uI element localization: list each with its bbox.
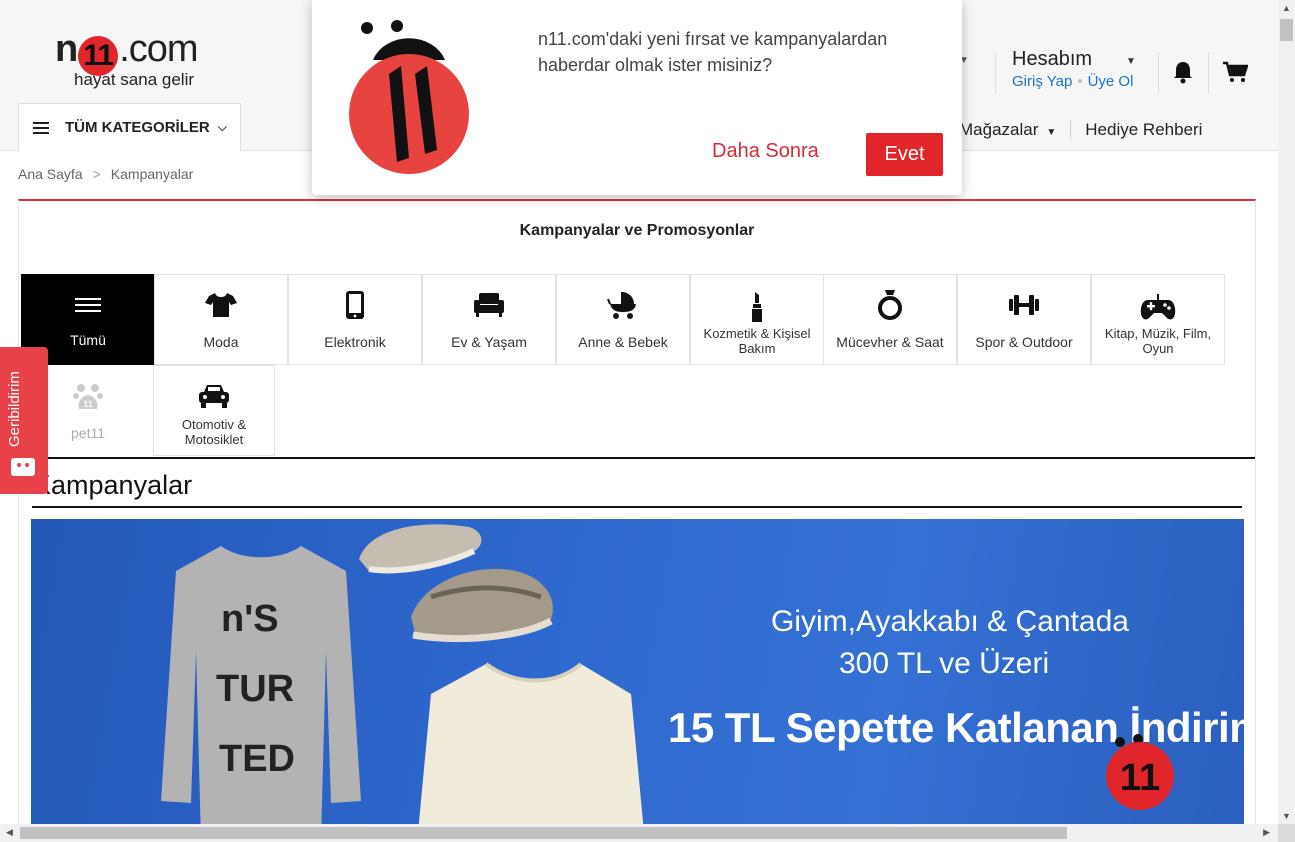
feedback-face-icon [11,458,35,476]
armchair-icon [474,293,504,317]
ladybug-logo-icon [349,20,469,174]
svg-text:11: 11 [1120,757,1160,799]
nav-divider [1070,121,1072,139]
category-tab-automotive[interactable]: Otomotiv & Motosiklet [153,365,275,456]
section-divider [32,457,1255,459]
category-tab-books-music[interactable]: Kitap, Müzik, Film, Oyun [1091,274,1225,365]
breadcrumb: Ana Sayfa > Kampanyalar [18,166,193,182]
category-tab-electronics[interactable]: Elektronik [288,274,422,365]
svg-text:TED: TED [219,738,295,780]
link-dot: • [1077,73,1083,90]
all-categories-button[interactable]: TÜM KATEGORİLER ⌵ [18,103,241,151]
logo-text-suffix: .com [119,28,198,70]
category-tab-home[interactable]: Ev & Yaşam [422,274,556,365]
scroll-down-arrow-icon[interactable]: ▼ [1282,811,1291,821]
page-viewport: n 11 .com hayat sana gelir TÜM KATEGORİLER… [0,0,1278,824]
banner-line-2: 300 TL ve Üzeri [839,647,1050,680]
vertical-scroll-thumb[interactable] [1280,19,1293,41]
nav-stores[interactable]: Mağazalar ▼ [959,120,1056,140]
category-label: Kitap, Müzik, Film, Oyun [1104,326,1212,356]
scroll-right-arrow-icon[interactable]: ▶ [1263,827,1270,838]
category-label: Moda [203,334,239,350]
ladybug-logo-icon: 11 [1106,734,1174,810]
campaigns-title: Kampanyalar ve Promosyonlar [519,222,755,239]
notification-permission-dialog: n11.com'daki yeni fırsat ve kampanyalard… [312,0,962,195]
all-categories-label: TÜM KATEGORİLER [65,119,210,136]
category-tab-jewelry[interactable]: Mücevher & Saat [823,274,957,365]
svg-text:11: 11 [83,399,93,409]
category-label: Mücevher & Saat [836,334,944,350]
breadcrumb-current[interactable]: Kampanyalar [111,166,194,182]
scroll-left-arrow-icon[interactable]: ◀ [6,827,13,838]
signup-link[interactable]: Üye Ol [1088,73,1134,90]
banner-line-1: Giyim,Ayakkabı & Çantada [771,605,1129,638]
sweater-image: n'S TUR TED [161,546,361,824]
svg-text:TUR: TUR [216,668,294,710]
sneaker-image [411,568,553,642]
category-tab-cosmetics[interactable]: Kozmetik & Kişisel Bakım [690,274,824,365]
dumbbell-icon [1009,295,1039,315]
category-label: Spor & Outdoor [975,334,1073,350]
header-divider [1208,52,1209,94]
nav-gift-guide[interactable]: Hediye Rehberi [1085,120,1202,140]
dialog-message: n11.com'daki yeni fırsat ve kampanyalard… [538,29,888,75]
horizontal-scroll-thumb[interactable] [20,827,1067,839]
header-divider [995,52,996,94]
category-label: Otomotiv & Motosiklet [181,417,247,447]
category-label: Anne & Bebek [578,334,668,350]
category-label: Elektronik [324,334,386,350]
yes-button[interactable]: Evet [866,133,943,176]
feedback-tab[interactable]: Geribildirim [0,347,48,494]
category-label: Tümü [70,332,106,348]
paw-icon: 11 [73,384,103,409]
vertical-scrollbar[interactable]: ▲ ▼ [1278,0,1295,824]
cart-icon[interactable] [1222,61,1248,83]
feedback-label: Geribildirim [6,371,23,447]
chevron-down-icon: ⌵ [217,120,227,134]
campaigns-panel: Kampanyalar ve Promosyonlar Tümü Moda El… [18,199,1256,824]
category-tab-sports[interactable]: Spor & Outdoor [957,274,1091,365]
header-divider [1158,52,1159,94]
category-label: Ev & Yaşam [451,334,527,350]
logo-text-prefix: n [55,28,78,70]
breadcrumb-home[interactable]: Ana Sayfa [18,166,83,182]
campaign-banner[interactable]: n'S TUR TED Giyim,Ayakkabı & Çantada 300… [31,519,1244,824]
bell-icon[interactable] [1172,60,1194,84]
campaigns-section-title: Kampanyalar [33,470,193,500]
sweatshirt-image [418,662,644,824]
n11-logo[interactable]: n 11 .com hayat sana gelir [55,12,225,92]
category-label: Kozmetik & Kişisel Bakım [703,326,811,356]
caret-down-icon: ▼ [1046,127,1057,138]
gamepad-icon [1140,294,1176,320]
hamburger-icon [33,121,49,134]
stroller-icon [607,291,636,319]
car-icon [199,385,229,408]
tshirt-icon [205,293,237,317]
header-nav: Mağazalar ▼ Hediye Rehberi [959,120,1202,140]
category-tab-baby[interactable]: Anne & Bebek [556,274,690,365]
lipstick-icon [752,292,762,322]
breadcrumb-separator: > [92,166,101,182]
scrollbar-corner [1278,824,1295,842]
ring-icon [878,290,902,320]
svg-text:n'S: n'S [221,598,279,640]
smartphone-icon [346,291,364,319]
account-caret-icon: ▼ [1126,56,1136,67]
login-link[interactable]: Giriş Yap [1012,73,1072,90]
account-menu[interactable]: Hesabım ▼ Giriş Yap • Üye Ol [1012,48,1152,90]
menu-icon [75,298,101,312]
logo-tagline: hayat sana gelir [74,70,195,89]
horizontal-scrollbar[interactable]: ◀ ▶ [0,824,1278,842]
section-divider [32,506,1242,508]
later-button[interactable]: Daha Sonra [712,140,819,163]
category-tab-fashion[interactable]: Moda [154,274,288,365]
scroll-up-arrow-icon[interactable]: ▲ [1282,3,1291,13]
